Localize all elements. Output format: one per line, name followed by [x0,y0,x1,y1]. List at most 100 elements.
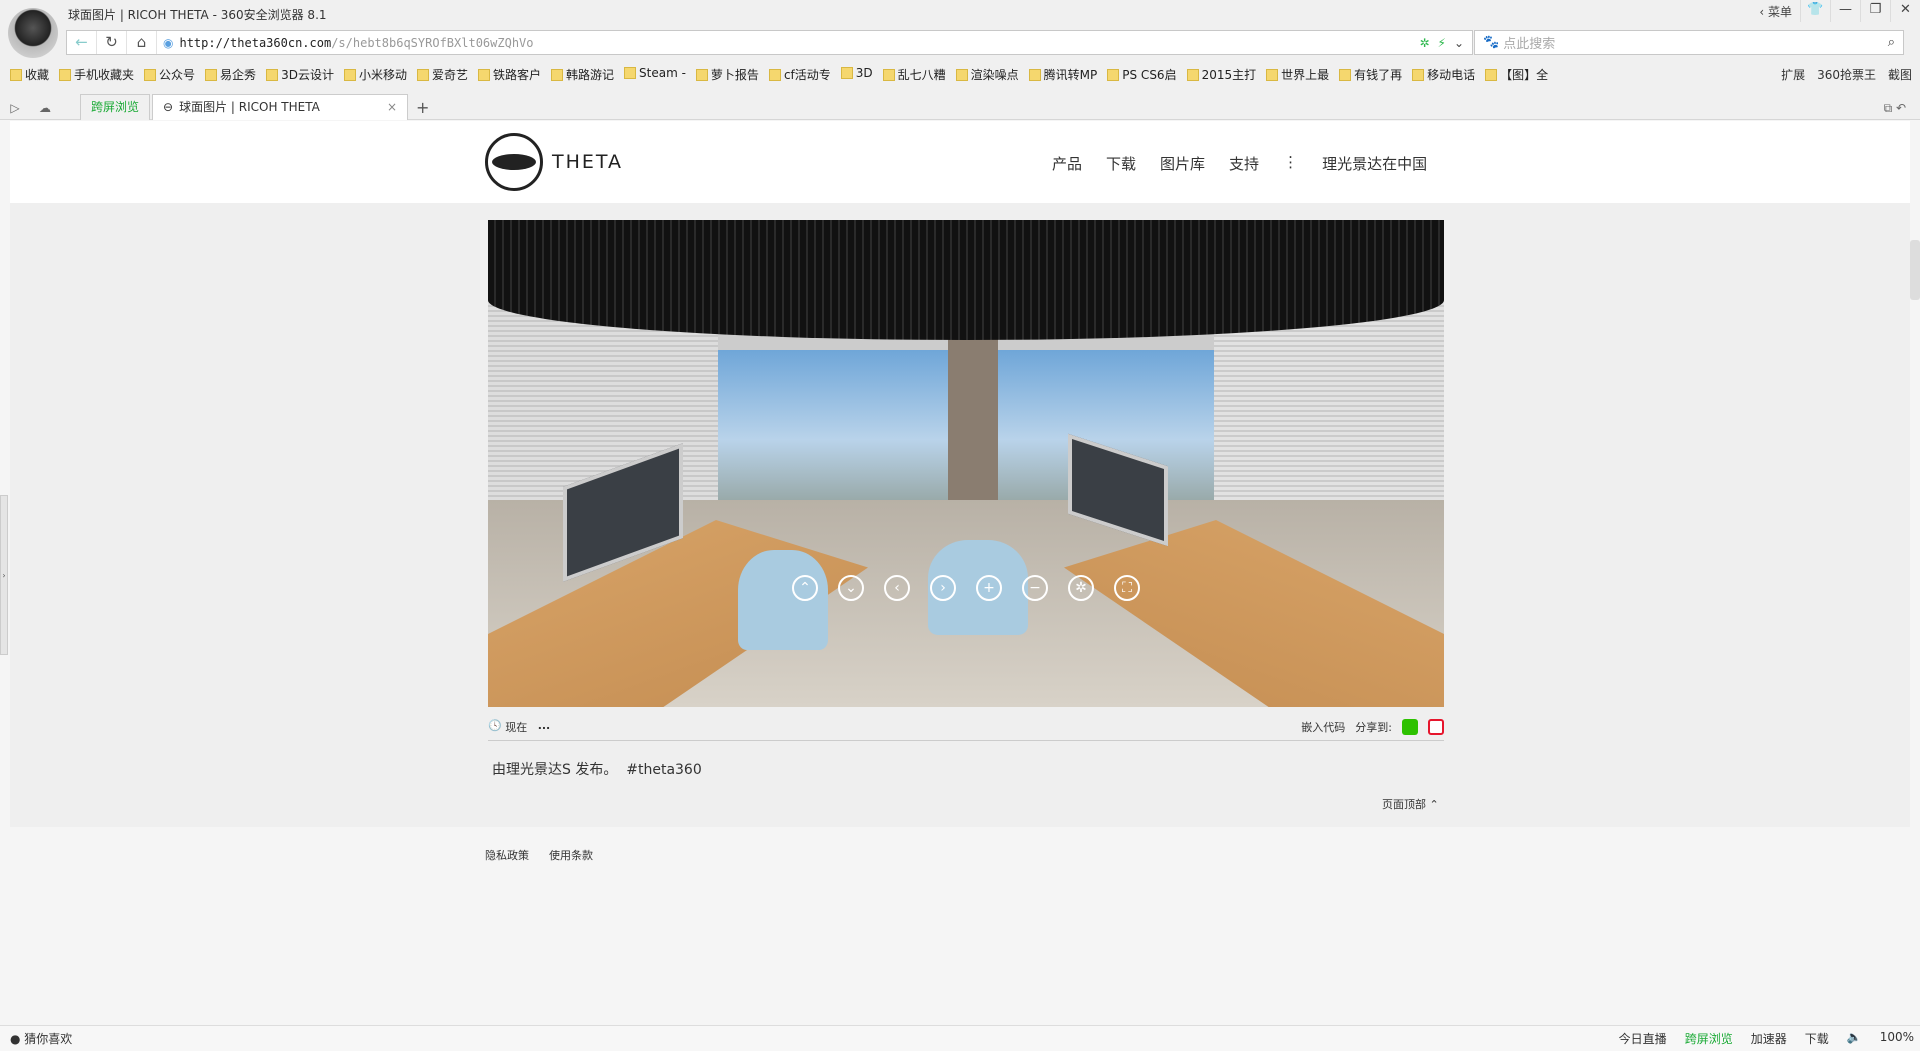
bookmark-label: 小米移动 [358,68,407,82]
bookmark-item[interactable]: 3D云设计 [266,66,334,83]
bookmark-item[interactable]: 爱奇艺 [416,66,468,83]
pan-down-icon[interactable]: ⌄ [838,575,864,601]
search-placeholder: 点此搜索 [1503,37,1556,52]
bookmark-label: 易企秀 [220,68,257,82]
bookmark-item[interactable]: PS CS6启 [1107,66,1177,83]
nav-products[interactable]: 产品 [1052,153,1082,174]
brand-name[interactable]: THETA [552,151,623,173]
bookmark-item[interactable]: 移动电话 [1412,66,1475,83]
bookmark-item[interactable]: 渲染噪点 [955,66,1019,83]
fullscreen-icon[interactable]: ⛶ [1114,575,1140,601]
search-box[interactable]: 🐾 点此搜索 ⌕ [1474,30,1904,55]
back-to-top-link[interactable]: 页面顶部 ⌃ [1382,796,1439,812]
close-tab-icon[interactable]: × [387,95,397,120]
minimize-button[interactable]: — [1830,0,1860,22]
volume-icon[interactable]: 🔈 [1847,1030,1862,1047]
bookmark-item[interactable]: 铁路客户 [477,66,541,83]
speed-icon[interactable]: ✲ [1419,36,1429,50]
cross-screen-button[interactable]: 跨屏浏览 [1685,1030,1733,1047]
bookmark-item[interactable]: cf活动专 [768,66,831,83]
live-button[interactable]: 今日直播 [1619,1030,1667,1047]
bookmark-icon [1412,69,1425,81]
bookmark-item[interactable]: 手机收藏夹 [59,66,134,83]
cloud-icon[interactable]: ☁ [30,96,60,120]
pan-left-icon[interactable]: ‹ [884,575,910,601]
bookmark-item[interactable]: 韩路游记 [551,66,614,83]
browser-chrome: 球面图片 | RICOH THETA - 360安全浏览器 8.1 ‹ 菜单 👕… [0,0,1920,120]
post-time: 现在 [505,721,528,734]
bookmark-item[interactable]: 乱七八糟 [882,66,946,83]
bookmark-item[interactable]: 萝卜报告 [695,66,759,83]
restore-icon[interactable]: ⧉ ↶ [1884,96,1920,120]
screenshot-button[interactable]: 截图 [1888,66,1912,83]
home-button[interactable]: ⌂ [127,31,157,54]
bookmark-item[interactable]: 易企秀 [205,66,256,83]
theta-logo[interactable] [485,133,543,191]
search-icon[interactable]: ⌕ [1888,35,1895,50]
bookmark-label: 2015主打 [1201,68,1257,82]
nav-download[interactable]: 下载 [1106,153,1136,174]
bookmark-item[interactable]: 3D [840,66,873,83]
download-button[interactable]: 下载 [1805,1030,1829,1047]
panorama-viewer[interactable]: ⌃ ⌄ ‹ › + − ✲ ⛶ [488,220,1444,707]
privacy-link[interactable]: 隐私政策 [485,847,529,863]
bookmark-item[interactable]: 公众号 [144,66,195,83]
bookmark-icon [1028,69,1041,81]
address-bar[interactable]: ← ↻ ⌂ ◉ http://theta360cn.com/s/hebt8b6q… [66,30,1473,55]
bookmark-item[interactable]: 收藏 [10,66,49,83]
bookmark-item[interactable]: 【图】全 [1485,66,1548,83]
bookmark-icon [144,69,157,81]
bookmark-label: 有钱了再 [1354,68,1403,82]
ticket-button[interactable]: 360抢票王 [1817,66,1876,83]
skin-icon[interactable]: 👕 [1800,0,1830,22]
side-panel-handle[interactable]: › [0,495,8,655]
zoom-out-icon[interactable]: − [1022,575,1048,601]
new-tab-button[interactable]: + [408,96,437,120]
share-label: 分享到: [1355,721,1392,734]
back-button[interactable]: ← [67,31,97,54]
bookmark-item[interactable]: 有钱了再 [1339,66,1402,83]
bookmark-item[interactable]: 小米移动 [343,66,407,83]
menu-button[interactable]: ‹ 菜单 [1759,3,1792,20]
more-button[interactable]: ... [538,719,551,732]
bookmark-item[interactable]: 世界上最 [1266,66,1329,83]
scrollbar-thumb[interactable] [1910,240,1920,300]
pan-up-icon[interactable]: ⌃ [792,575,818,601]
auto-rotate-icon[interactable]: ✲ [1068,575,1094,601]
nav-more[interactable]: ⋮ [1283,153,1298,174]
lightning-icon[interactable]: ⚡ [1438,36,1446,50]
embed-code-link[interactable]: 嵌入代码 [1301,719,1345,735]
recommend-link[interactable]: ● 猜你喜欢 [10,1030,72,1047]
maximize-button[interactable]: ❐ [1860,0,1890,22]
hashtag-link[interactable]: #theta360 [626,762,702,778]
close-button[interactable]: ✕ [1890,0,1920,22]
window-controls: 👕 — ❐ ✕ [1800,0,1920,22]
sidebar-toggle-icon[interactable]: ▷ [0,96,30,120]
user-avatar[interactable] [8,8,58,58]
terms-link[interactable]: 使用条款 [549,847,593,863]
footer-links: 隐私政策 使用条款 [485,847,593,863]
nav-support[interactable]: 支持 [1229,153,1259,174]
accelerator-button[interactable]: 加速器 [1751,1030,1787,1047]
bookmark-item[interactable]: 2015主打 [1186,66,1257,83]
zoom-level[interactable]: 100% [1880,1030,1914,1047]
bookmark-item[interactable]: Steam - [624,66,686,83]
tab-active[interactable]: ⊖ 球面图片 | RICOH THETA × [152,94,409,120]
globe-icon: ◉ [163,35,174,50]
pan-right-icon[interactable]: › [930,575,956,601]
bookmark-icon [695,69,708,81]
weibo-icon[interactable] [1428,719,1444,735]
nav-china[interactable]: 理光景达在中国 [1322,153,1427,174]
url-text[interactable]: http://theta360cn.com/s/hebt8b6qSYROfBXl… [179,36,533,50]
refresh-button[interactable]: ↻ [97,31,127,54]
bookmark-icon [882,69,895,81]
tab-title: 球面图片 | RICOH THETA [179,100,320,114]
nav-gallery[interactable]: 图片库 [1160,153,1205,174]
dropdown-icon[interactable]: ⌄ [1454,36,1464,50]
wechat-icon[interactable] [1402,719,1418,735]
tab-cross-screen[interactable]: 跨屏浏览 [80,94,151,120]
web-page: THETA 产品 下载 图片库 支持 ⋮ 理光景达在中国 ⌃ ⌄ ‹ › + −… [10,121,1910,1025]
zoom-in-icon[interactable]: + [976,575,1002,601]
bookmark-item[interactable]: 腾讯转MP [1028,66,1097,83]
extensions-button[interactable]: 扩展 [1781,66,1805,83]
